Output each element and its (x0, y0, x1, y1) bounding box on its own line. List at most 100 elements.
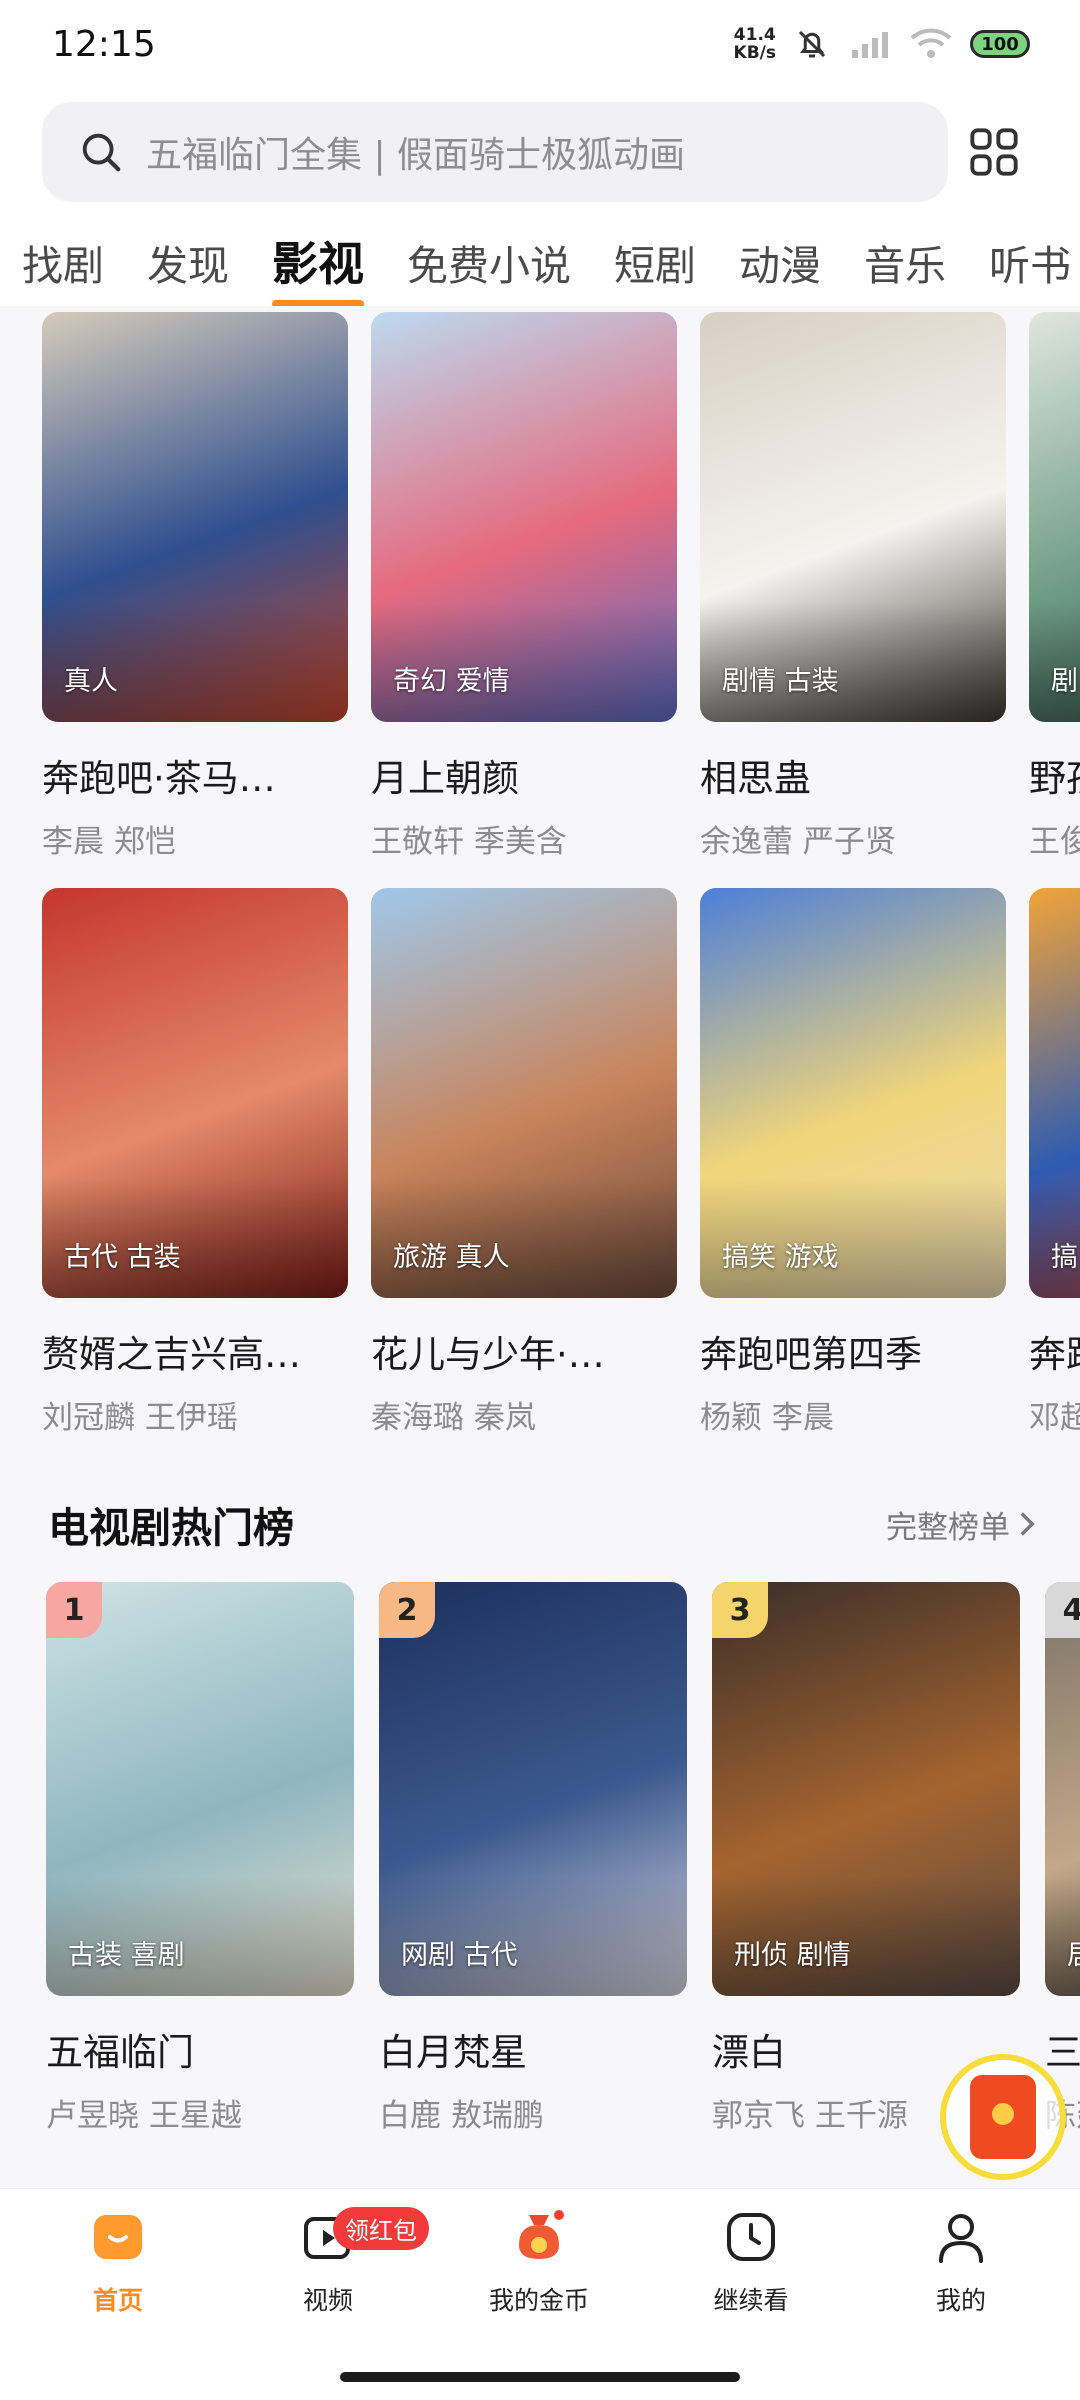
ranked-show-card[interactable]: 4 居 三 陈建 (1045, 1582, 1080, 2135)
red-envelope-icon (970, 2075, 1036, 2159)
show-cast: 李晨 郑恺 (42, 824, 176, 860)
show-poster[interactable]: 搞笑 游戏 (700, 888, 1006, 1298)
signal-icon (852, 32, 888, 58)
show-title[interactable]: 奔跑 (1029, 1324, 1080, 1378)
tab-short-drama[interactable]: 短剧 (614, 216, 696, 292)
nav-my-coins[interactable]: 我的金币 (464, 2207, 614, 2317)
clock-icon (727, 2213, 775, 2261)
ranked-show-card[interactable]: 3 刑侦 剧情 漂白 郭京飞 王千源 (712, 1582, 1020, 2135)
nav-home-label: 首页 (92, 2286, 143, 2315)
nav-continue-watching[interactable]: 继续看 (676, 2207, 826, 2317)
show-tags: 古代 古装 (64, 1242, 181, 1273)
ranked-show-card[interactable]: 1 古装 喜剧 五福临门 卢昱晓 王星越 (46, 1582, 354, 2135)
show-cast: 杨颖 李晨 (700, 1400, 834, 1436)
show-title[interactable]: 月上朝颜 (371, 748, 677, 802)
rank-badge: 3 (712, 1582, 768, 1638)
show-card[interactable]: 奇幻 爱情 月上朝颜 王敬轩 季美含 (371, 312, 677, 861)
show-poster[interactable]: 4 居 (1045, 1582, 1080, 1996)
show-card[interactable]: 剧情 古装 相思蛊 余逸蕾 严子贤 (700, 312, 1006, 861)
search-input[interactable]: 五福临门全集 | 假面骑士极狐动画 (42, 102, 948, 202)
show-title[interactable]: 相思蛊 (700, 748, 1006, 802)
show-card[interactable]: 剧 野孩 王俊 (1029, 312, 1080, 861)
red-packet-badge: 领红包 (333, 2207, 429, 2250)
show-card[interactable]: 搞 奔跑 邓超 (1029, 888, 1080, 1437)
show-title[interactable]: 五福临门 (46, 2022, 354, 2076)
show-poster[interactable]: 古代 古装 (42, 888, 348, 1298)
rank-badge: 2 (379, 1582, 435, 1638)
tab-music[interactable]: 音乐 (864, 216, 946, 292)
rank-badge: 4 (1045, 1582, 1080, 1638)
show-title[interactable]: 赘婿之吉兴高… (42, 1324, 348, 1378)
tab-anime[interactable]: 动漫 (739, 216, 821, 292)
search-placeholder: 五福临门全集 | 假面骑士极狐动画 (146, 135, 686, 176)
show-tags: 剧情 古装 (722, 666, 839, 697)
show-tags: 居 (1067, 1933, 1080, 1972)
show-cast: 刘冠麟 王伊瑶 (42, 1400, 238, 1436)
show-poster[interactable]: 旅游 真人 (371, 888, 677, 1298)
status-bar: 12:15 41.4 KB/s 100 (0, 0, 1080, 96)
show-card[interactable]: 搞笑 游戏 奔跑吧第四季 杨颖 李晨 (700, 888, 1006, 1437)
show-card[interactable]: 古代 古装 赘婿之吉兴高… 刘冠麟 王伊瑶 (42, 888, 348, 1437)
show-poster[interactable]: 奇幻 爱情 (371, 312, 677, 722)
home-icon (94, 2215, 142, 2259)
status-time: 12:15 (52, 24, 156, 65)
coin-bag-icon (519, 2210, 564, 2259)
show-card[interactable]: 旅游 真人 花儿与少年·… 秦海璐 秦岚 (371, 888, 677, 1437)
show-cast: 余逸蕾 严子贤 (700, 824, 896, 860)
show-tags: 搞笑 游戏 (722, 1242, 839, 1273)
red-envelope-float-button[interactable] (940, 2054, 1066, 2180)
tab-audiobooks[interactable]: 听书 (989, 216, 1071, 292)
show-poster[interactable]: 搞 (1029, 888, 1080, 1298)
tab-find-drama[interactable]: 找剧 (22, 216, 104, 292)
show-title[interactable]: 野孩 (1029, 748, 1080, 802)
tab-free-novels[interactable]: 免费小说 (407, 216, 571, 292)
section-title: 电视剧热门榜 (48, 1504, 294, 1552)
hot-row: 1 古装 喜剧 五福临门 卢昱晓 王星越 2 网剧 古代 白月梵星 白鹿 敖瑞鹏… (46, 1582, 1080, 2135)
nav-home[interactable]: 首页 (43, 2207, 193, 2317)
category-grid-icon[interactable] (968, 126, 1020, 178)
profile-icon (939, 2214, 983, 2263)
nav-my-coins-label: 我的金币 (488, 2286, 589, 2315)
show-tags: 搞 (1051, 1242, 1078, 1273)
content-feed: 真人 奔跑吧·茶马… 李晨 郑恺 奇幻 爱情 月上朝颜 王敬轩 季美含 剧情 古… (0, 306, 1080, 2188)
wifi-icon (910, 28, 952, 58)
bottom-navigation: 首页 领红包 视频 我的金币 继续看 我的 (0, 2188, 1080, 2400)
show-cast: 秦海璐 秦岚 (371, 1400, 536, 1436)
show-title[interactable]: 奔跑吧·茶马… (42, 748, 348, 802)
home-indicator[interactable] (340, 2372, 740, 2382)
nav-profile-label: 我的 (935, 2286, 986, 2315)
nav-profile[interactable]: 我的 (886, 2207, 1036, 2317)
show-poster[interactable]: 1 古装 喜剧 (46, 1582, 354, 1996)
nav-video[interactable]: 领红包 视频 (253, 2207, 429, 2317)
nav-continue-label: 继续看 (713, 2286, 789, 2315)
show-title[interactable]: 花儿与少年·… (371, 1324, 677, 1378)
show-cast: 王敬轩 季美含 (371, 824, 567, 860)
show-cast: 邓超 (1029, 1400, 1080, 1436)
show-cast: 白鹿 敖瑞鹏 (379, 2098, 544, 2134)
show-title[interactable]: 奔跑吧第四季 (700, 1324, 1006, 1378)
rank-badge: 1 (46, 1582, 102, 1638)
show-poster[interactable]: 剧情 古装 (700, 312, 1006, 722)
chevron-right-icon (1020, 1512, 1035, 1536)
search-icon (82, 133, 121, 172)
header: 五福临门全集 | 假面骑士极狐动画 (0, 96, 1080, 216)
full-ranking-link[interactable]: 完整榜单 (886, 1502, 1038, 1547)
show-title[interactable]: 三 (1045, 2022, 1080, 2076)
show-tags: 旅游 真人 (393, 1242, 510, 1273)
battery-indicator: 100 (970, 30, 1030, 58)
tab-discover[interactable]: 发现 (147, 216, 229, 292)
tab-film-tv[interactable]: 影视 (272, 216, 364, 306)
show-poster[interactable]: 2 网剧 古代 (379, 1582, 687, 1996)
ranked-show-card[interactable]: 2 网剧 古代 白月梵星 白鹿 敖瑞鹏 (379, 1582, 687, 2135)
show-poster[interactable]: 真人 (42, 312, 348, 722)
net-speed-unit: KB/s (733, 43, 776, 63)
show-title[interactable]: 白月梵星 (379, 2022, 687, 2076)
show-row-2: 古代 古装 赘婿之吉兴高… 刘冠麟 王伊瑶 旅游 真人 花儿与少年·… 秦海璐 … (42, 888, 1080, 1437)
show-poster[interactable]: 剧 (1029, 312, 1080, 722)
hot-section-header: 电视剧热门榜 完整榜单 (48, 1494, 1038, 1554)
show-card[interactable]: 真人 奔跑吧·茶马… 李晨 郑恺 (42, 312, 348, 861)
show-poster[interactable]: 3 刑侦 剧情 (712, 1582, 1020, 1996)
network-speed: 41.4 KB/s (734, 26, 776, 62)
show-tags: 古装 喜剧 (68, 1940, 185, 1971)
nav-video-label: 视频 (302, 2286, 353, 2315)
